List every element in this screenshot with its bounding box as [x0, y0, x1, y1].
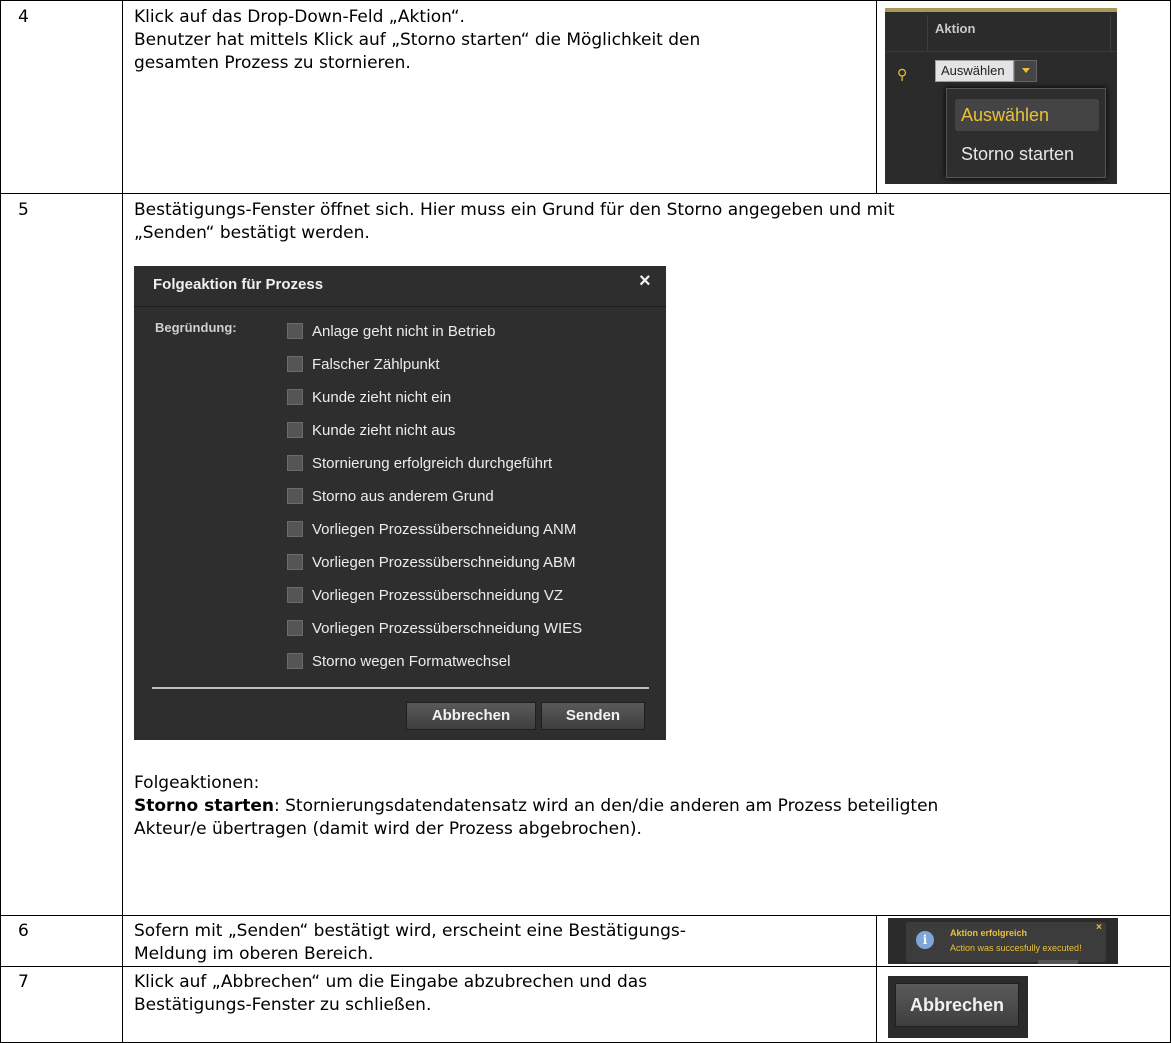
aktion-dropdown-menu: Auswählen Storno starten [946, 88, 1106, 178]
reason-label: Begründung: [155, 320, 237, 335]
search-icon[interactable]: ⚲ [897, 67, 907, 83]
table-border-col2-row4 [876, 0, 877, 193]
send-button[interactable]: Senden [541, 702, 645, 730]
header-accent-line [885, 8, 1117, 12]
step-number: 7 [18, 972, 29, 992]
table-border-col1 [122, 0, 123, 1043]
column-divider [927, 15, 928, 51]
step-4-line-3: gesamten Prozess zu stornieren. [134, 53, 411, 73]
reason-option-label: Vorliegen Prozessüberschneidung ABM [312, 554, 576, 571]
reason-option-label: Stornierung erfolgreich durchgeführt [312, 455, 553, 472]
success-notification: i Aktion erfolgreich Action was succesfu… [906, 922, 1106, 962]
checkbox[interactable] [287, 389, 303, 405]
followup-action-name: Storno starten [134, 796, 274, 816]
aktion-column-header: Aktion [935, 21, 976, 36]
storno-dialog: Folgeaktion für Prozess × Begründung: An… [134, 266, 666, 740]
table-border-top [0, 0, 1171, 1]
step-4-line-2: Benutzer hat mittels Klick auf „Storno s… [134, 30, 701, 50]
table-border-col2-row67 [876, 915, 877, 1043]
step-6-line-2: Meldung im oberen Bereich. [134, 944, 374, 964]
reason-option-label: Vorliegen Prozessüberschneidung VZ [312, 587, 563, 604]
step-5-line-1: Bestätigungs-Fenster öffnet sich. Hier m… [134, 200, 895, 220]
checkbox[interactable] [287, 554, 303, 570]
table-border-row5-bottom [0, 915, 1171, 916]
checkbox[interactable] [287, 620, 303, 636]
dropdown-toggle-button[interactable] [1014, 60, 1037, 82]
cancel-button[interactable]: Abbrechen [406, 702, 536, 730]
table-border-left [0, 0, 1, 1043]
dialog-title-separator [134, 306, 666, 307]
step-5-line-2: „Senden“ bestätigt werden. [134, 223, 370, 243]
reason-option-label: Vorliegen Prozessüberschneidung WIES [312, 620, 583, 637]
checkbox[interactable] [287, 521, 303, 537]
reason-option-label: Storno aus anderem Grund [312, 488, 494, 505]
close-icon[interactable]: × [639, 270, 651, 293]
menu-item-auswaehlen[interactable]: Auswählen [955, 99, 1099, 131]
chevron-down-icon [1022, 68, 1030, 73]
checkbox[interactable] [287, 323, 303, 339]
reason-option-label: Kunde zieht nicht aus [312, 422, 456, 439]
step-6-line-1: Sofern mit „Senden“ bestätigt wird, ersc… [134, 921, 686, 941]
dialog-footer-separator [152, 687, 649, 689]
notification-message: Action was succesfully executed! [950, 943, 1082, 953]
info-icon: i [916, 931, 934, 949]
aktion-dropdown-screenshot: Aktion ⚲ Auswählen Auswählen Storno star… [885, 8, 1117, 184]
step-number: 6 [18, 921, 29, 941]
followup-description: : Stornierungsdatendatensatz wird an den… [274, 796, 939, 816]
followup-line-1: Storno starten: Stornierungsdatendatensa… [134, 795, 938, 818]
notification-screenshot: i Aktion erfolgreich Action was succesfu… [888, 918, 1118, 964]
reason-option-label: Storno wegen Formatwechsel [312, 653, 511, 670]
reason-option-label: Anlage geht nicht in Betrieb [312, 323, 496, 340]
background-bar [1038, 960, 1078, 964]
column-divider [1110, 15, 1111, 51]
close-icon[interactable]: × [1096, 922, 1102, 933]
notification-title: Aktion erfolgreich [950, 928, 1028, 938]
step-7-line-2: Bestätigungs-Fenster zu schließen. [134, 995, 432, 1015]
step-4-line-1: Klick auf das Drop-Down-Feld „Aktion“. [134, 7, 465, 27]
reason-option-label: Kunde zieht nicht ein [312, 389, 452, 406]
dialog-title: Folgeaktion für Prozess [153, 276, 324, 293]
header-separator [885, 51, 1117, 52]
step-number: 5 [18, 200, 29, 220]
step-number: 4 [18, 7, 29, 27]
table-border-row6-bottom [0, 966, 1171, 967]
followups-heading: Folgeaktionen: [134, 773, 260, 793]
reason-option-label: Falscher Zählpunkt [312, 356, 440, 373]
checkbox[interactable] [287, 587, 303, 603]
aktion-select[interactable]: Auswählen [935, 60, 1014, 82]
table-border-row4-bottom [0, 193, 1171, 194]
menu-item-storno-starten[interactable]: Storno starten [961, 144, 1074, 165]
followup-line-2: Akteur/e übertragen (damit wird der Proz… [134, 819, 642, 839]
checkbox[interactable] [287, 653, 303, 669]
cancel-button-screenshot: Abbrechen [888, 976, 1028, 1038]
cancel-button[interactable]: Abbrechen [895, 983, 1019, 1027]
checkbox[interactable] [287, 455, 303, 471]
checkbox[interactable] [287, 356, 303, 372]
checkbox[interactable] [287, 488, 303, 504]
step-7-line-1: Klick auf „Abbrechen“ um die Eingabe abz… [134, 972, 648, 992]
checkbox[interactable] [287, 422, 303, 438]
reason-option-label: Vorliegen Prozessüberschneidung ANM [312, 521, 577, 538]
